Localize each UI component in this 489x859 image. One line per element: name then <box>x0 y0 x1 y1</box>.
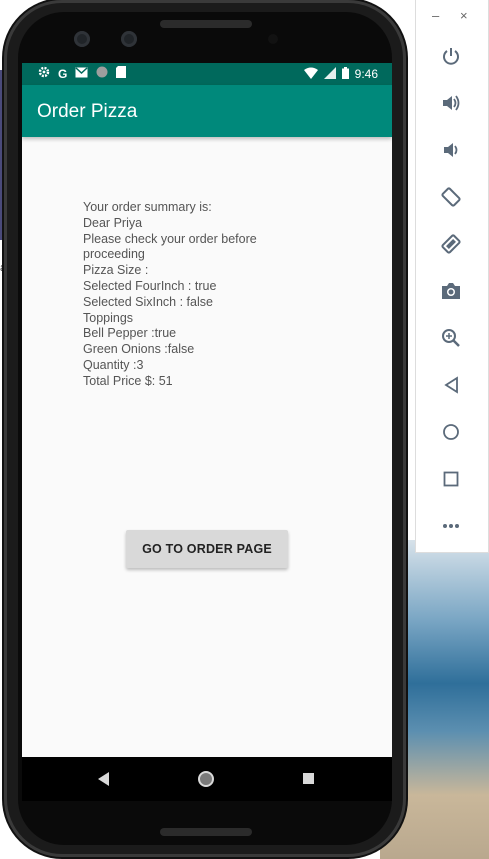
nav-back-icon[interactable] <box>98 772 109 786</box>
summary-line: Please check your order before proceedin… <box>83 231 257 262</box>
camera-icon[interactable] <box>439 279 463 303</box>
app-bar: Order Pizza <box>22 85 392 137</box>
earpiece-speaker <box>160 20 252 28</box>
gear-icon <box>38 66 50 82</box>
summary-line: Bell Pepper :true <box>83 326 177 341</box>
front-camera-icon <box>121 31 137 47</box>
status-bar: G 9:46 <box>22 63 392 85</box>
nav-home-icon[interactable] <box>198 771 214 787</box>
battery-icon <box>341 66 349 82</box>
order-summary: Your order summary is: Dear Priya Please… <box>83 200 313 390</box>
navigation-bar <box>22 757 392 801</box>
back-icon[interactable] <box>439 373 463 397</box>
emulator-toolbar: – × <box>415 0 489 553</box>
window-close-button[interactable]: × <box>460 8 468 23</box>
summary-line: Dear Priya <box>83 215 143 230</box>
summary-line: Your order summary is: <box>83 200 212 214</box>
rotate-right-icon[interactable] <box>439 232 463 256</box>
front-camera-icon <box>74 31 90 47</box>
go-to-order-page-button[interactable]: GO TO ORDER PAGE <box>126 530 288 568</box>
signal-icon <box>323 66 336 82</box>
gmail-icon <box>75 66 88 82</box>
google-icon: G <box>58 67 68 81</box>
nav-recents-icon[interactable] <box>303 773 314 784</box>
more-icon[interactable] <box>439 514 463 538</box>
sd-card-icon <box>116 66 127 82</box>
rotate-left-icon[interactable] <box>439 185 463 209</box>
summary-line: Green Onions :false <box>83 342 195 357</box>
summary-line: Pizza Size : <box>83 263 149 278</box>
home-icon[interactable] <box>439 420 463 444</box>
summary-line: Selected SixInch : false <box>83 294 213 309</box>
window-minimize-button[interactable]: – <box>432 8 439 23</box>
wifi-icon <box>303 67 318 82</box>
zoom-icon[interactable] <box>439 326 463 350</box>
summary-line: Selected FourInch : true <box>83 278 217 293</box>
status-time: 9:46 <box>354 67 378 81</box>
device-screen: G 9:46 Order Pizza Your order summary is… <box>22 63 392 757</box>
bottom-speaker <box>160 828 252 836</box>
volume-down-icon[interactable] <box>439 138 463 162</box>
app-title: Order Pizza <box>37 101 138 122</box>
proximity-sensor <box>268 34 278 44</box>
power-icon[interactable] <box>439 44 463 68</box>
summary-line: Toppings <box>83 310 134 325</box>
summary-line: Quantity :3 <box>83 357 144 372</box>
overview-icon[interactable] <box>439 467 463 491</box>
circle-icon <box>96 66 108 82</box>
summary-line: Total Price $: 51 <box>83 373 173 388</box>
volume-up-icon[interactable] <box>439 91 463 115</box>
